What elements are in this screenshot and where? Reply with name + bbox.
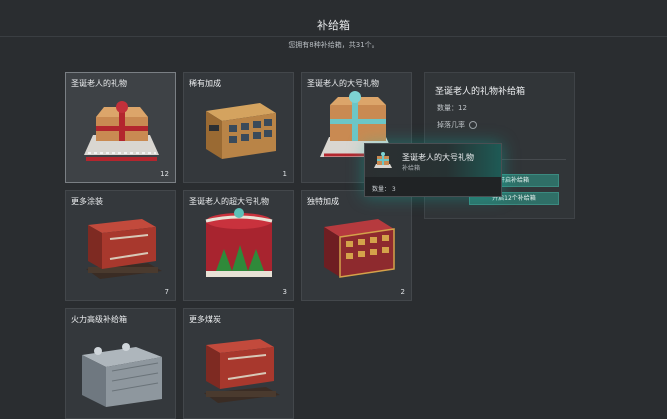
tooltip-title: 圣诞老人的大号礼物 [402,153,474,162]
tile-name: 更多涂装 [71,197,103,206]
wooden-drawer-crate-icon [206,103,276,159]
crate-tile-santa-huge-gift[interactable]: 圣诞老人的超大号礼物 3 [183,190,294,301]
red-drawer-crate-icon [324,219,395,278]
tooltip-quantity: 数量： 3 [372,186,396,193]
drop-rate-label: 掉落几率 [437,121,465,129]
drop-rate-row[interactable]: 掉落几率 [437,120,477,130]
armored-crate-icon [82,343,162,407]
tile-count: 3 [282,288,287,296]
title-divider [0,36,667,37]
tile-name: 独特加成 [307,197,339,206]
coal-crate-pallet-icon [204,339,280,403]
tile-name: 圣诞老人的礼物 [71,79,127,88]
tile-name: 火力高级补给箱 [71,315,127,324]
crate-tile-more-coal[interactable]: 更多煤炭 [183,308,294,419]
huge-christmas-gift-icon [205,208,273,277]
detail-quantity: 数量：12 [437,104,467,112]
crate-tooltip: 圣诞老人的大号礼物 补给箱 数量： 3 [364,143,502,197]
tile-count: 12 [160,170,169,178]
crate-tile-rare-bonus[interactable]: 稀有加成 1 [183,72,294,183]
tile-count: 2 [400,288,405,296]
detail-title: 圣诞老人的礼物补给箱 [435,87,526,97]
crate-tile-firepower-premium[interactable]: 火力高级补给箱 [65,308,176,419]
tile-name: 稀有加成 [189,79,221,88]
red-crate-pallet-icon [86,219,162,279]
info-icon[interactable] [469,121,477,129]
tile-count: 7 [164,288,169,296]
tile-name: 更多煤炭 [189,315,221,324]
tile-name: 圣诞老人的超大号礼物 [189,197,269,206]
crate-tile-unique-bonus[interactable]: 独特加成 2 [301,190,412,301]
tile-count: 1 [282,170,287,178]
page-subtitle: 您拥有8种补给箱，共31个。 [288,41,379,49]
tooltip-type: 补给箱 [402,165,421,172]
large-gingerbread-gift-icon [374,152,392,168]
crate-tile-more-camo[interactable]: 更多涂装 7 [65,190,176,301]
gingerbread-gift-icon [84,101,159,161]
crate-tile-santa-gift[interactable]: 圣诞老人的礼物 12 [65,72,176,183]
tile-name: 圣诞老人的大号礼物 [307,79,379,88]
page-title: 补给箱 [317,19,350,32]
